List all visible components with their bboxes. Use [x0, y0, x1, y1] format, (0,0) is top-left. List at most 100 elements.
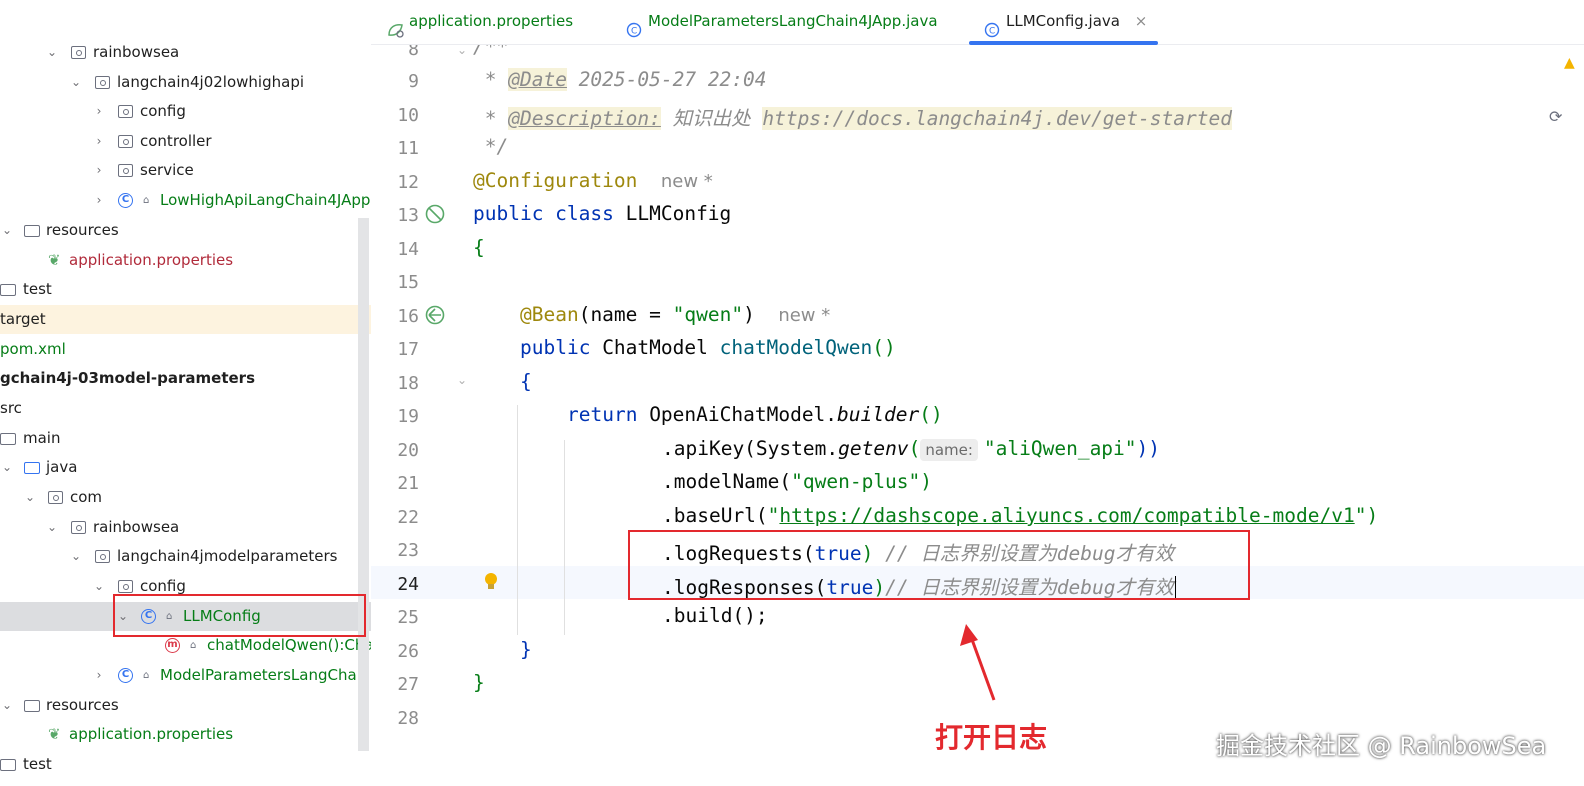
tree-item-main[interactable]: main	[0, 424, 371, 453]
new-marker: new *	[778, 305, 831, 326]
tree-item-application-properties-2[interactable]: ❦ application.properties	[0, 720, 371, 749]
line-number: 22	[397, 507, 419, 528]
code-line-10: * @Description: 知识出处 https://docs.langch…	[473, 107, 1232, 130]
line-number: 20	[397, 440, 419, 461]
chevron-down-icon[interactable]: ⌄	[45, 38, 59, 67]
chevron-right-icon[interactable]: ›	[92, 156, 106, 185]
source-folder-icon	[24, 462, 40, 474]
chevron-right-icon[interactable]: ›	[92, 661, 106, 690]
chevron-down-icon[interactable]: ⌄	[69, 68, 83, 97]
line-number: 13	[397, 205, 419, 226]
code-line-26: }	[520, 638, 532, 661]
line-number: 9	[408, 71, 419, 92]
tree-scrollbar[interactable]	[358, 218, 369, 751]
spring-properties-icon: ❦	[48, 725, 61, 743]
chevron-down-icon[interactable]: ⌄	[0, 691, 14, 720]
chevron-down-icon[interactable]: ⌄	[92, 572, 106, 601]
line-number: 27	[397, 674, 419, 695]
line-number: 19	[397, 406, 419, 427]
tree-item-langchain4j02lowhighapi[interactable]: ⌄ langchain4j02lowhighapi	[0, 68, 371, 97]
chevron-right-icon[interactable]: ›	[92, 127, 106, 156]
tree-item-module[interactable]: gchain4j-03model-parameters	[0, 364, 371, 393]
code-line-14: {	[473, 236, 485, 259]
line-number: 16	[397, 306, 419, 327]
chevron-down-icon[interactable]: ⌄	[0, 453, 14, 482]
spring-boot-app-icon: C	[118, 668, 133, 683]
line-number: 21	[397, 473, 419, 494]
code-line-18: {	[520, 370, 532, 393]
line-number: 14	[397, 239, 419, 260]
tree-item-lowhighapi-app[interactable]: › C ⌂ LowHighApiLangChain4JApp	[0, 186, 371, 215]
line-number: 17	[397, 339, 419, 360]
tree-item-controller[interactable]: › controller	[0, 127, 371, 156]
spring-bean-gutter-icon[interactable]	[424, 304, 445, 325]
chevron-down-icon[interactable]: ⌄	[69, 542, 83, 571]
tree-item-java[interactable]: ⌄ java	[0, 453, 371, 482]
package-icon	[118, 105, 133, 118]
tree-item-modelparameters-app[interactable]: › C ⌂ ModelParametersLangChain4	[0, 661, 371, 690]
svg-text:C: C	[631, 26, 637, 36]
tree-item-rainbowsea[interactable]: ⌄ rainbowsea	[0, 38, 371, 67]
annotation-arrow	[960, 624, 996, 701]
tree-item-config[interactable]: › config	[0, 97, 371, 126]
line-number: 10	[397, 105, 419, 126]
editor-tab-bar: application.properties C ModelParameters…	[371, 0, 1584, 45]
tree-item-test[interactable]: test	[0, 275, 371, 304]
chevron-right-icon[interactable]: ›	[92, 186, 106, 215]
code-line-19: return OpenAiChatModel.builder()	[567, 403, 943, 426]
tree-item-resources-2[interactable]: ⌄ resources	[0, 691, 371, 720]
lightbulb-icon[interactable]	[483, 572, 503, 592]
line-number: 23	[397, 540, 419, 561]
tab-application-properties[interactable]: application.properties	[387, 0, 573, 44]
watermark: 掘金技术社区 @ RainbowSea	[1216, 732, 1547, 760]
access-modifier-icon: ⌂	[143, 670, 150, 681]
fold-icon[interactable]: ⌄	[457, 373, 467, 387]
line-number: 15	[397, 272, 419, 293]
chevron-down-icon[interactable]: ⌄	[0, 216, 14, 245]
chevron-down-icon[interactable]: ⌄	[23, 483, 37, 512]
tree-item-langchain4jmodelparameters[interactable]: ⌄ langchain4jmodelparameters	[0, 542, 371, 571]
method-icon: m	[165, 638, 180, 653]
access-modifier-icon: ⌂	[143, 195, 150, 206]
line-number: 8	[408, 45, 419, 60]
class-icon: C	[984, 12, 1000, 37]
package-icon	[118, 580, 133, 593]
tree-item-resources[interactable]: ⌄ resources	[0, 216, 371, 245]
fold-icon[interactable]: ⌄	[457, 45, 467, 57]
package-icon	[118, 164, 133, 177]
code-line-12: @Configuration new *	[473, 169, 713, 192]
tree-item-application-properties[interactable]: ❦ application.properties	[0, 246, 371, 275]
spring-properties-icon	[387, 12, 404, 38]
code-line-16: @Bean(name = "qwen") new *	[520, 303, 831, 326]
code-line-8: /**	[473, 45, 509, 58]
indent-guide	[517, 405, 518, 635]
chevron-right-icon[interactable]: ›	[92, 97, 106, 126]
chevron-down-icon[interactable]: ⌄	[45, 513, 59, 542]
package-icon	[95, 76, 110, 89]
tree-item-pom-xml[interactable]: pom.xml	[0, 335, 371, 364]
svg-text:C: C	[989, 26, 995, 36]
code-line-11: */	[473, 135, 509, 158]
tree-item-rainbowsea-2[interactable]: ⌄ rainbowsea	[0, 513, 371, 542]
line-number: 26	[397, 641, 419, 662]
tab-llmconfig[interactable]: C LLMConfig.java ×	[984, 0, 1147, 44]
code-line-9: * @Date 2025-05-27 22:04	[473, 68, 767, 91]
parameter-hint: name:	[920, 439, 978, 461]
folder-icon	[0, 759, 16, 771]
spring-bean-gutter-icon[interactable]	[424, 203, 445, 224]
warning-marker-icon[interactable]: ▲	[1564, 55, 1575, 71]
tree-item-src[interactable]: src	[0, 394, 371, 423]
tree-item-target[interactable]: target	[0, 305, 371, 334]
code-editor[interactable]: 8 9 10 11 12 13 14 15 16 17 18 19 20 21 …	[371, 45, 1584, 786]
tab-modelparameters-app[interactable]: C ModelParametersLangChain4JApp.java	[626, 0, 938, 44]
annotation-label: 打开日志	[935, 721, 1048, 754]
spring-boot-app-icon: C	[626, 12, 642, 37]
tree-item-test-2[interactable]: test	[0, 750, 371, 779]
ai-assistant-icon[interactable]: ⟳	[1549, 107, 1562, 126]
package-icon	[95, 550, 110, 563]
tree-item-service[interactable]: › service	[0, 156, 371, 185]
close-icon[interactable]: ×	[1135, 12, 1148, 30]
llmconfig-highlight-box	[113, 594, 366, 637]
spring-properties-icon: ❦	[48, 251, 61, 269]
tree-item-com[interactable]: ⌄ com	[0, 483, 371, 512]
